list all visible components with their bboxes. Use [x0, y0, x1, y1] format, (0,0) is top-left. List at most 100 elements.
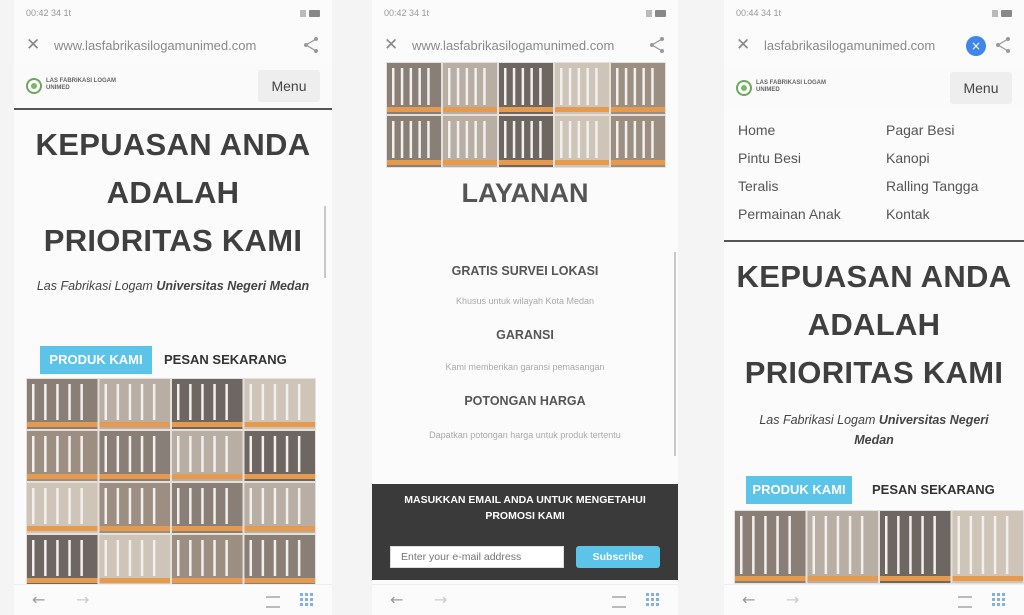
product-gallery[interactable] [734, 510, 1024, 584]
logo-badge-icon [736, 80, 752, 96]
gallery-thumbnail[interactable] [99, 431, 171, 481]
gallery-thumbnail[interactable] [244, 483, 316, 533]
hero-subtitle: Las Fabrikasi Logam Universitas Negeri M… [742, 410, 1006, 450]
gallery-thumbnail[interactable] [99, 535, 171, 585]
product-gallery[interactable] [386, 62, 666, 168]
gallery-thumbnail[interactable] [244, 379, 316, 429]
back-arrow-icon[interactable]: ← [742, 590, 755, 609]
share-icon[interactable] [302, 36, 320, 54]
hero-title-line1: KEPUASAN ANDA [35, 127, 311, 162]
nav-item-ralling-tangga[interactable]: Ralling Tangga [886, 178, 978, 194]
service-title: POTONGAN HARGA [464, 394, 586, 408]
nav-item-teralis[interactable]: Teralis [738, 178, 778, 194]
gallery-thumbnail[interactable] [443, 63, 497, 114]
nav-item-pagar-besi[interactable]: Pagar Besi [886, 122, 954, 138]
apps-grid-icon[interactable] [300, 593, 314, 607]
nav-item-pintu-besi[interactable]: Pintu Besi [738, 150, 801, 166]
menu-button[interactable]: Menu [950, 72, 1012, 104]
gallery-thumbnail[interactable] [172, 379, 243, 429]
browser-bottom-bar: ← → [724, 584, 1024, 615]
nav-item-home[interactable]: Home [738, 122, 775, 138]
gallery-thumbnail[interactable] [555, 63, 609, 114]
gallery-thumbnail[interactable] [387, 116, 441, 167]
product-gallery[interactable] [26, 378, 316, 586]
hero-title-line2: ADALAH [106, 175, 240, 210]
phone-screen-layanan: 00:42 34 1t ✕ www.lasfabrikasilogamunime… [372, 0, 678, 615]
gallery-thumbnail[interactable] [27, 379, 98, 429]
back-arrow-icon[interactable]: ← [32, 590, 45, 609]
forward-arrow-icon[interactable]: → [76, 590, 89, 609]
gallery-thumbnail[interactable] [611, 116, 665, 167]
gallery-thumbnail[interactable] [880, 511, 951, 583]
nav-item-kontak[interactable]: Kontak [886, 206, 930, 222]
gallery-thumbnail[interactable] [27, 483, 98, 533]
hero-title-line2: ADALAH [807, 307, 941, 342]
clear-url-icon[interactable]: × [966, 36, 986, 56]
gallery-thumbnail[interactable] [172, 483, 243, 533]
gallery-thumbnail[interactable] [244, 535, 316, 585]
tabs-icon[interactable] [266, 596, 280, 608]
browser-bottom-bar: ← → [14, 584, 332, 615]
gallery-thumbnail[interactable] [172, 431, 243, 481]
share-icon[interactable] [994, 36, 1012, 54]
hero-title-line1: KEPUASAN ANDA [736, 259, 1012, 294]
url-text[interactable]: www.lasfabrikasilogamunimed.com [54, 38, 256, 53]
produk-kami-button[interactable]: PRODUK KAMI [746, 476, 852, 504]
gallery-thumbnail[interactable] [27, 535, 98, 585]
browser-url-bar: ✕ www.lasfabrikasilogamunimed.com [372, 32, 678, 60]
nav-item-kanopi[interactable]: Kanopi [886, 150, 930, 166]
logo-text-line2: UNIMED [46, 85, 70, 91]
gallery-thumbnail[interactable] [244, 431, 316, 481]
subscribe-button[interactable]: Subscribe [576, 546, 660, 568]
gallery-thumbnail[interactable] [99, 483, 171, 533]
status-time: 00:42 34 1t [384, 8, 430, 18]
subtitle-plain: Las Fabrikasi Logam [36, 279, 157, 293]
scrollbar[interactable] [674, 252, 676, 456]
scrollbar[interactable] [324, 206, 326, 278]
gallery-thumbnail[interactable] [99, 379, 171, 429]
produk-kami-button[interactable]: PRODUK KAMI [40, 346, 152, 374]
browser-bottom-bar: ← → [372, 584, 678, 615]
hero-title-line3: PRIORITAS KAMI [43, 223, 303, 258]
email-input[interactable] [390, 546, 564, 568]
tabs-icon[interactable] [612, 596, 626, 608]
url-text[interactable]: www.lasfabrikasilogamunimed.com [412, 38, 614, 53]
gallery-thumbnail[interactable] [443, 116, 497, 167]
apps-grid-icon[interactable] [646, 593, 660, 607]
gallery-thumbnail[interactable] [499, 63, 553, 114]
gallery-thumbnail[interactable] [499, 116, 553, 167]
gallery-thumbnail[interactable] [172, 535, 243, 585]
subtitle-bold: Universitas Negeri Medan [156, 279, 310, 293]
forward-arrow-icon[interactable]: → [434, 590, 447, 609]
gallery-thumbnail[interactable] [27, 431, 98, 481]
service-desc: Khusus untuk wilayah Kota Medan [455, 296, 595, 306]
status-bar: 00:42 34 1t [26, 8, 320, 22]
gallery-thumbnail[interactable] [952, 511, 1024, 583]
gallery-thumbnail[interactable] [387, 63, 441, 114]
gallery-thumbnail[interactable] [807, 511, 879, 583]
gallery-thumbnail[interactable] [611, 63, 665, 114]
share-icon[interactable] [648, 36, 666, 54]
battery-icon [646, 10, 666, 17]
apps-grid-icon[interactable] [992, 593, 1006, 607]
pesan-sekarang-button[interactable]: PESAN SEKARANG [872, 476, 995, 504]
back-arrow-icon[interactable]: ← [390, 590, 403, 609]
battery-icon [300, 10, 320, 17]
forward-arrow-icon[interactable]: → [786, 590, 799, 609]
gallery-thumbnail[interactable] [555, 116, 609, 167]
status-bar: 00:42 34 1t [384, 8, 666, 22]
gallery-thumbnail[interactable] [735, 511, 806, 583]
service-desc: Dapatkan potongan harga untuk produk ter… [429, 430, 621, 440]
status-time: 00:42 34 1t [26, 8, 72, 18]
close-icon[interactable]: ✕ [736, 35, 750, 55]
close-icon[interactable]: ✕ [384, 35, 398, 55]
nav-item-permainan-anak[interactable]: Permainan Anak [738, 206, 841, 222]
tabs-icon[interactable] [958, 596, 972, 608]
close-icon[interactable]: ✕ [26, 35, 40, 55]
pesan-sekarang-button[interactable]: PESAN SEKARANG [164, 346, 287, 374]
menu-button[interactable]: Menu [258, 70, 320, 102]
url-text[interactable]: lasfabrikasilogamunimed.com [764, 38, 935, 53]
phone-screen-home: 00:42 34 1t ✕ www.lasfabrikasilogamunime… [14, 0, 332, 615]
promo-text: MASUKKAN EMAIL ANDA UNTUK MENGETAHUI PRO… [404, 494, 646, 522]
site-header: LAS FABRIKASI LOGAM UNIMED Menu [724, 66, 1024, 110]
